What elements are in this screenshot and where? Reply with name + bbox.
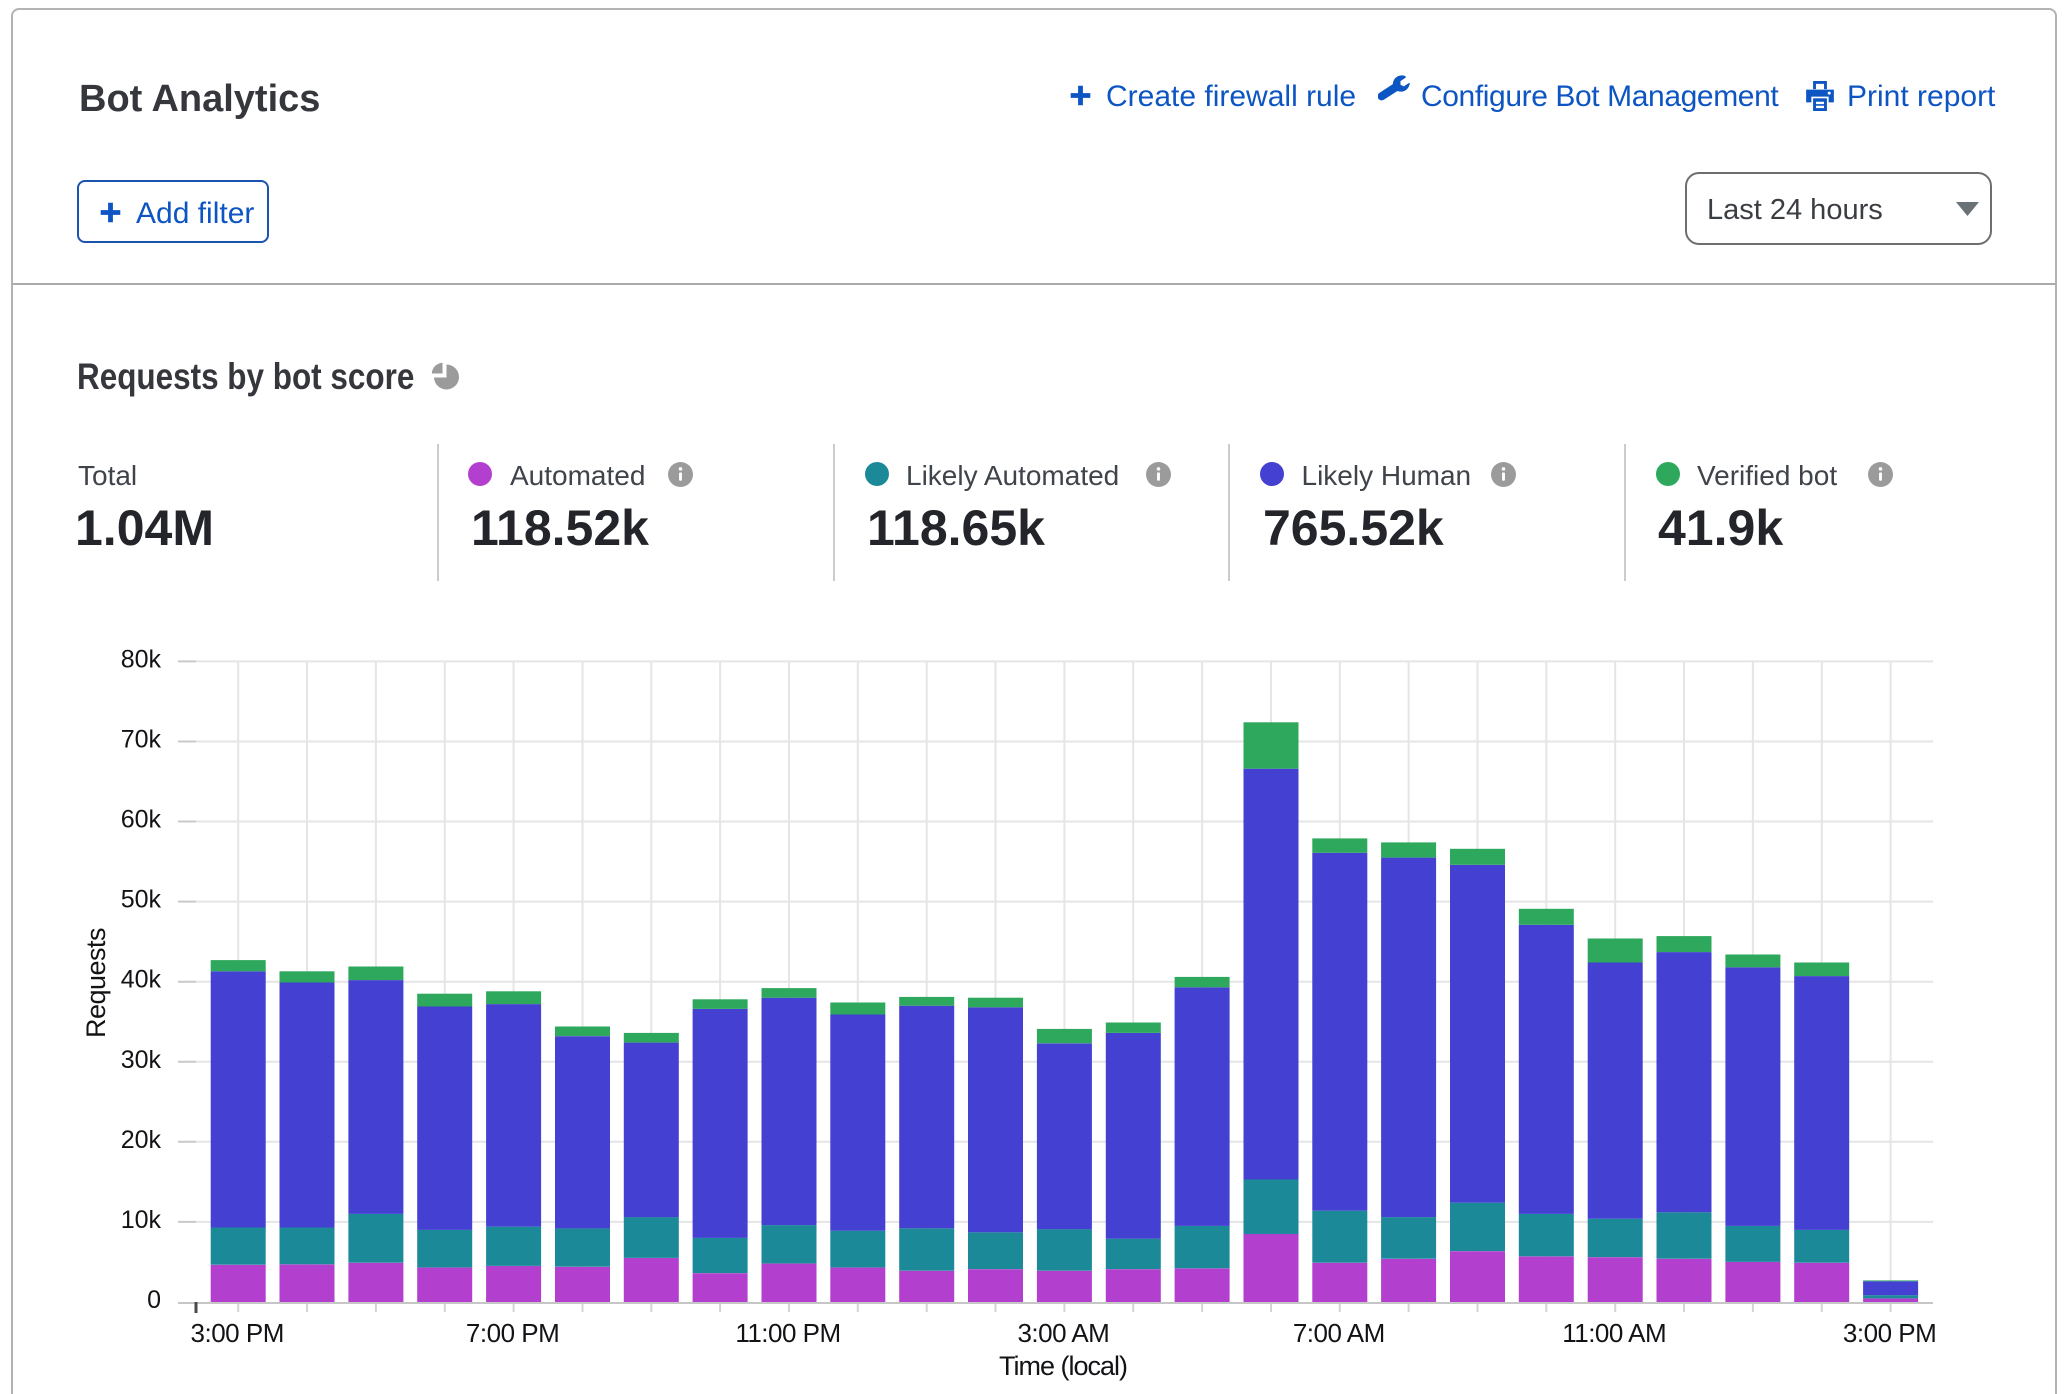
svg-text:60k: 60k	[121, 806, 162, 834]
svg-text:30k: 30k	[121, 1046, 162, 1074]
svg-text:0: 0	[147, 1286, 161, 1314]
svg-text:40k: 40k	[121, 966, 162, 994]
svg-text:3:00 AM: 3:00 AM	[1017, 1318, 1109, 1348]
svg-text:11:00 PM: 11:00 PM	[735, 1318, 840, 1348]
svg-text:80k: 80k	[121, 645, 162, 673]
svg-text:7:00 PM: 7:00 PM	[466, 1318, 559, 1348]
svg-text:Time (local): Time (local)	[999, 1351, 1127, 1381]
svg-text:70k: 70k	[121, 726, 162, 754]
svg-text:10k: 10k	[121, 1206, 162, 1234]
svg-text:11:00 AM: 11:00 AM	[1562, 1318, 1666, 1348]
svg-text:7:00 AM: 7:00 AM	[1293, 1318, 1385, 1348]
svg-text:Requests: Requests	[81, 928, 111, 1038]
svg-text:20k: 20k	[121, 1126, 162, 1154]
svg-text:3:00 PM: 3:00 PM	[1843, 1318, 1936, 1348]
svg-text:3:00 PM: 3:00 PM	[191, 1318, 284, 1348]
svg-text:50k: 50k	[121, 886, 162, 914]
